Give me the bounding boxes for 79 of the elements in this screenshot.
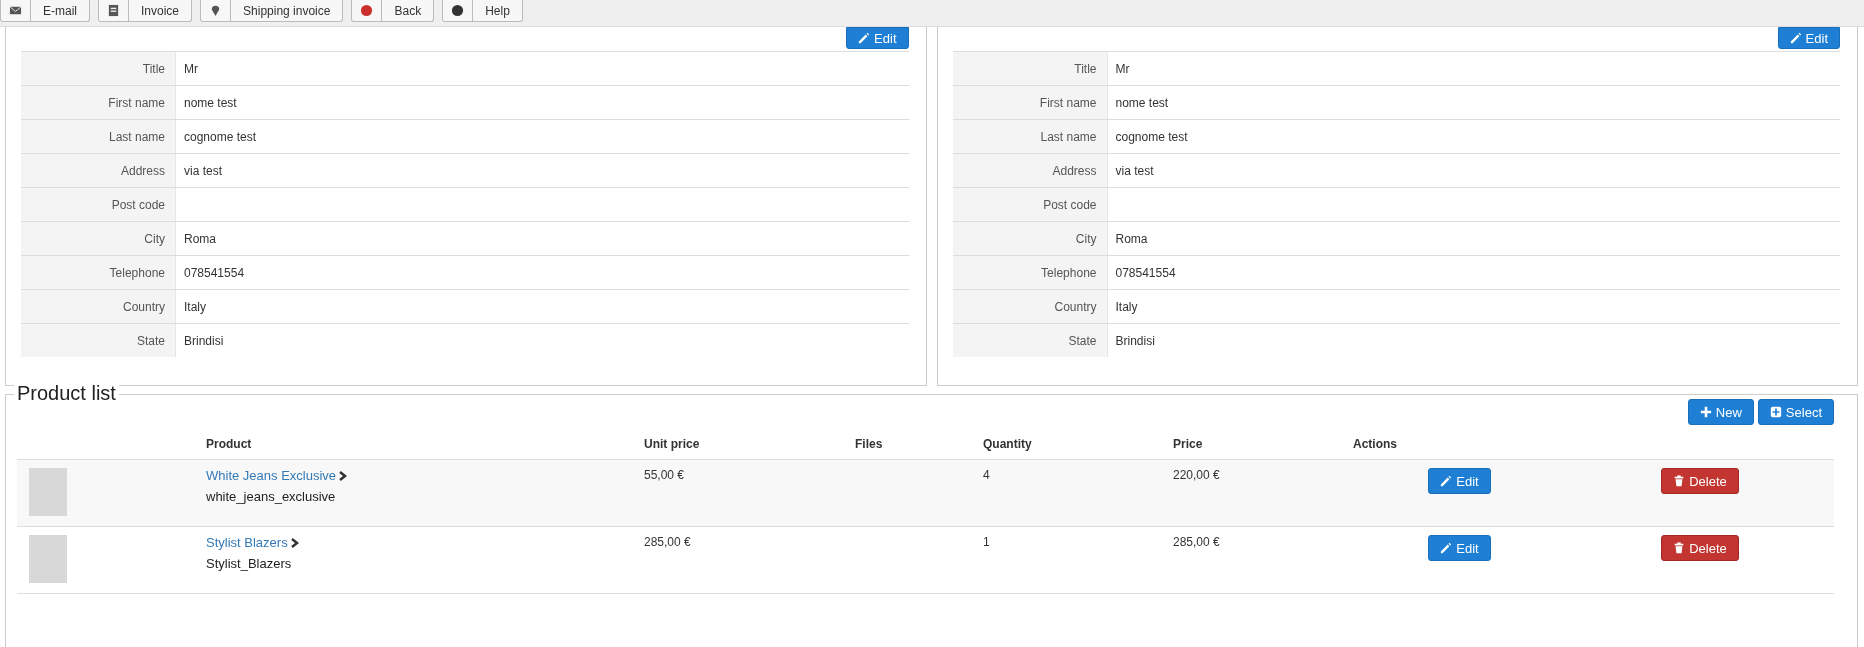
field-value: via test [1115, 163, 1154, 178]
field-label: City [952, 222, 1108, 255]
field-label: Country [21, 290, 176, 323]
toolbar-button[interactable]: Invoice [98, 0, 193, 22]
pencil-icon [1440, 475, 1453, 487]
field-value: Italy [184, 299, 206, 314]
circle-icon [451, 4, 465, 17]
field-value: nome test [1115, 95, 1169, 110]
column-header: Unit price [644, 437, 700, 451]
photo-placeholder [29, 535, 67, 583]
field-label: Address [952, 154, 1108, 187]
field-label: Telephone [21, 256, 176, 289]
photo-placeholder [29, 468, 67, 516]
field-label: Post code [952, 188, 1108, 221]
price: 285,00 € [1173, 535, 1220, 549]
toolbar-button[interactable]: Help [442, 0, 523, 22]
unit-price: 55,00 € [644, 468, 685, 482]
new-button[interactable]: New [1687, 399, 1754, 425]
field-value: via test [184, 163, 222, 178]
field-value: Roma [1115, 231, 1148, 246]
field-label: Telephone [952, 256, 1108, 289]
field-label: Address [21, 154, 176, 187]
edit-button[interactable]: Edit [1428, 468, 1491, 494]
column-header: Actions [1353, 437, 1397, 451]
column-header: Files [855, 437, 883, 451]
field-label: State [21, 324, 176, 357]
delete-button[interactable]: Delete [1661, 535, 1739, 561]
pencil-icon [1440, 542, 1453, 554]
price: 220,00 € [1173, 468, 1220, 482]
field-value: 078541554 [1115, 265, 1176, 280]
chevron-icon [339, 470, 348, 481]
trash-icon [1673, 475, 1686, 487]
field-label: Title [952, 52, 1108, 85]
pencil-icon [1789, 32, 1802, 44]
edit-button[interactable]: Edit [846, 27, 909, 49]
column-header: Product [206, 437, 252, 451]
quantity: 1 [983, 535, 990, 549]
select-button[interactable]: Select [1757, 399, 1834, 425]
field-label: Post code [21, 188, 176, 221]
field-label: Country [952, 290, 1108, 323]
plus-square-icon [1769, 406, 1782, 418]
quantity: 4 [983, 468, 990, 482]
field-label: First name [952, 86, 1108, 119]
toolbar-button[interactable]: Shipping invoice [200, 0, 344, 22]
chevron-icon [290, 537, 299, 548]
field-label: Last name [21, 120, 176, 153]
column-header: Price [1173, 437, 1203, 451]
field-value: Brindisi [184, 333, 224, 348]
edit-button[interactable]: Edit [1428, 535, 1491, 561]
field-value: Italy [1115, 299, 1138, 314]
field-value: Mr [184, 61, 198, 76]
field-label: Last name [952, 120, 1108, 153]
edit-button[interactable]: Edit [1777, 27, 1840, 49]
circle-icon [360, 4, 374, 17]
field-value: nome test [184, 95, 237, 110]
field-label: City [21, 222, 176, 255]
unit-price: 285,00 € [644, 535, 691, 549]
field-label: First name [21, 86, 176, 119]
product-link[interactable]: Stylist Blazers [206, 535, 288, 550]
product-code: white_jeans_exclusive [206, 489, 337, 504]
field-label: Title [21, 52, 176, 85]
toolbar-button[interactable]: Back [351, 0, 435, 22]
plus-icon [1699, 406, 1712, 418]
pencil-icon [858, 32, 871, 44]
trash-icon [1673, 542, 1686, 554]
envelope-icon [9, 4, 22, 17]
field-value: Brindisi [1115, 333, 1155, 348]
product-link[interactable]: White Jeans Exclusive [206, 468, 337, 483]
column-header: Quantity [983, 437, 1032, 451]
product-code: Stylist_Blazers [206, 556, 293, 571]
field-value: 078541554 [184, 265, 245, 280]
field-value: cognome test [184, 129, 257, 144]
field-label: State [952, 324, 1108, 357]
toolbar-button[interactable]: E-mail [0, 0, 90, 22]
delete-button[interactable]: Delete [1661, 468, 1739, 494]
field-value: Roma [184, 231, 216, 246]
field-value: Mr [1115, 61, 1130, 76]
document-icon [107, 4, 120, 17]
field-value: cognome test [1115, 129, 1188, 144]
